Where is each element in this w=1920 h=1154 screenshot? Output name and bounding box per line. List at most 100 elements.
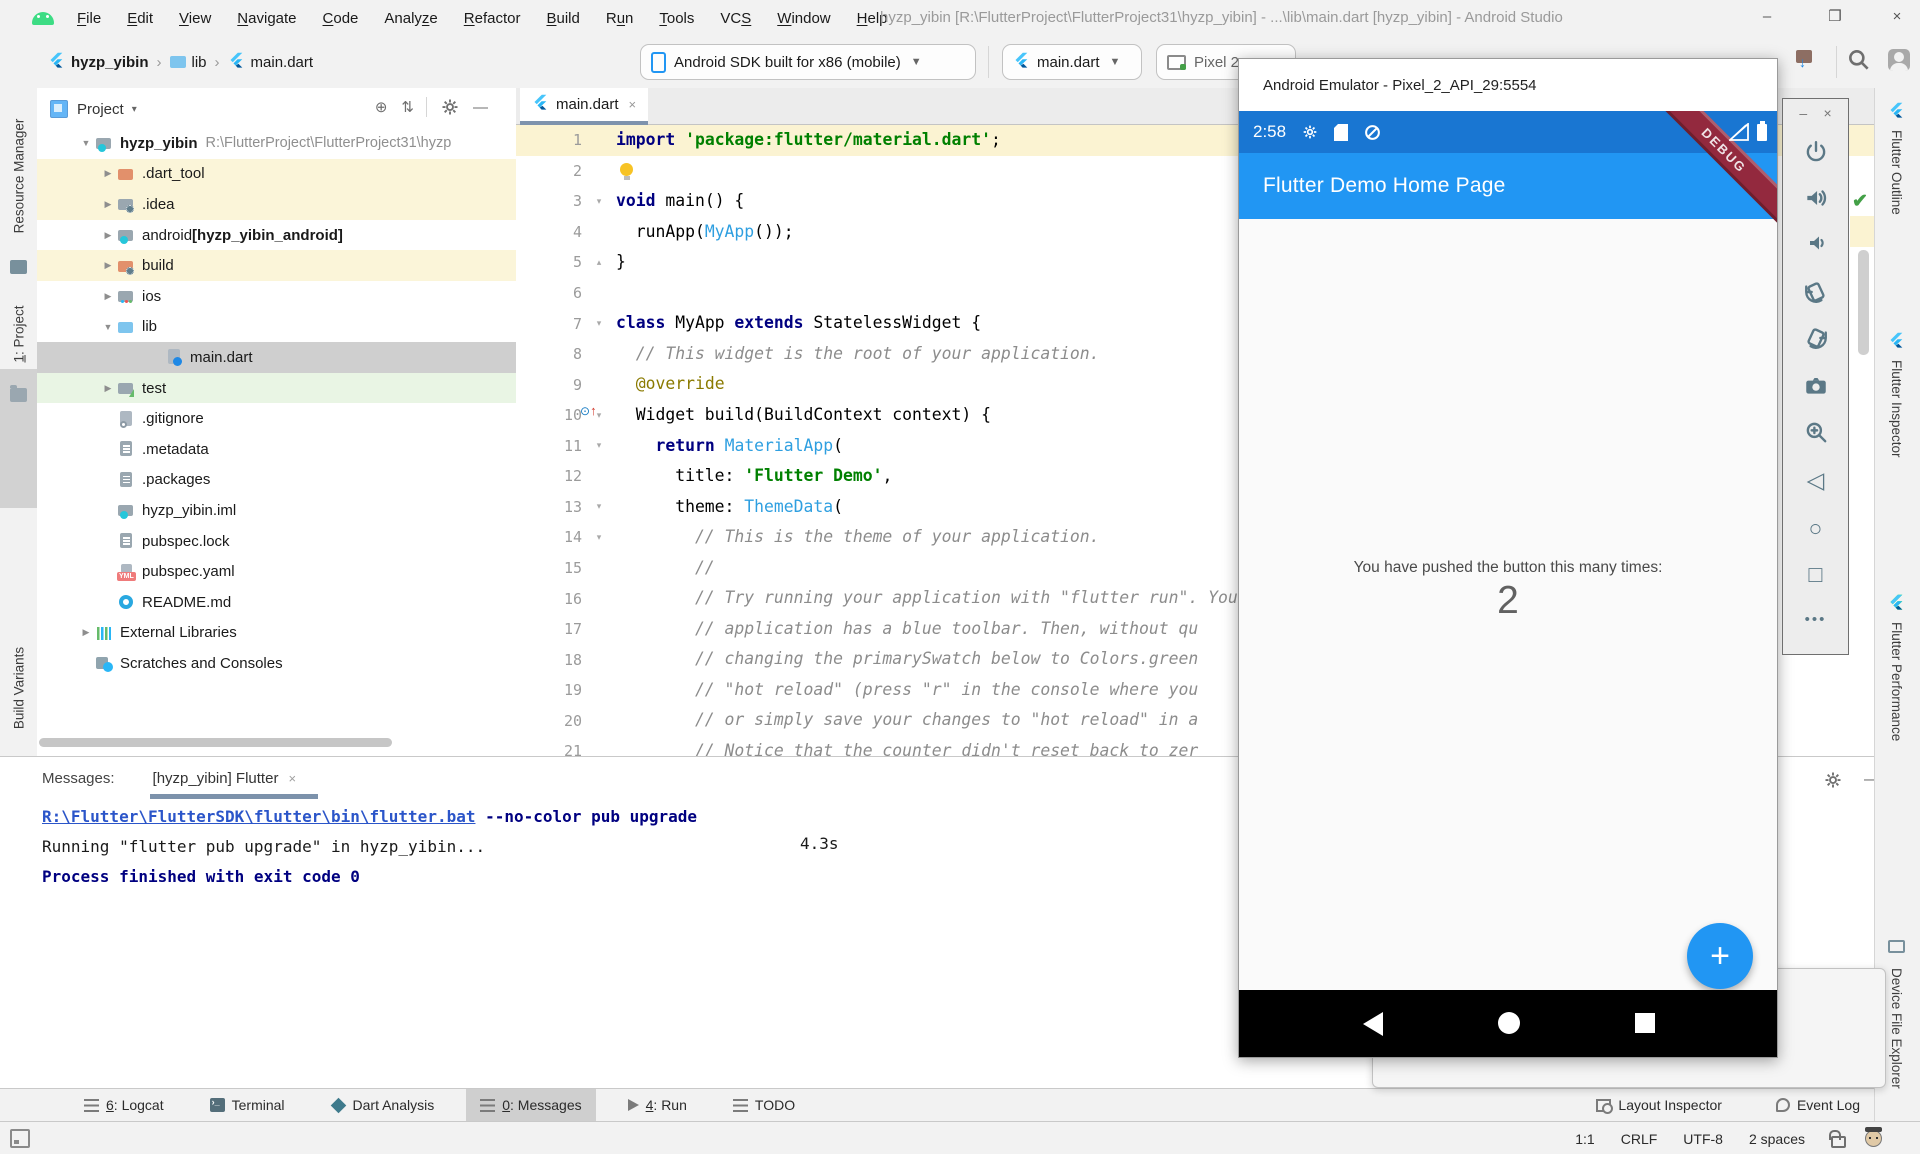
line-number[interactable]: 3 (516, 192, 582, 210)
messages-tab[interactable]: [hyzp_yibin] Flutter × (153, 770, 296, 787)
status-item[interactable]: 2 spaces (1749, 1131, 1805, 1147)
tree-row-main.dart[interactable]: main.dart (37, 342, 516, 373)
collapsed-arrow-icon[interactable]: ▶ (99, 260, 117, 271)
status-item[interactable]: CRLF (1621, 1131, 1658, 1147)
tree-row-build[interactable]: ▶build (37, 250, 516, 281)
search-everywhere-button[interactable] (1846, 47, 1872, 78)
emulator-volume-down-button[interactable] (1783, 231, 1848, 255)
device-selector[interactable]: Android SDK built for x86 (mobile) ▼ (640, 44, 976, 80)
stripe-tab-build-variants[interactable]: Build Variants (12, 647, 27, 729)
close-icon[interactable]: × (629, 97, 637, 112)
tree-row-.idea[interactable]: ▶.idea (37, 189, 516, 220)
stripe-tab-flutter-performance[interactable]: Flutter Performance (1889, 622, 1904, 741)
sdk-manager-button[interactable] (1796, 50, 1812, 68)
menu-tools[interactable]: Tools (646, 10, 707, 27)
emulator-zoom-button[interactable] (1783, 419, 1848, 445)
line-number[interactable]: 17 (516, 620, 582, 638)
breadcrumb-lib[interactable]: lib (170, 54, 207, 71)
line-number[interactable]: 12 (516, 467, 582, 485)
fold-marker-icon[interactable]: ▾⊙↑ (582, 410, 616, 421)
menu-build[interactable]: Build (533, 10, 592, 27)
fold-marker-icon[interactable]: ▾ (582, 196, 616, 207)
tree-row-.gitignore[interactable]: .gitignore (37, 403, 516, 434)
flutter-bat-link[interactable]: R:\Flutter\FlutterSDK\flutter\bin\flutte… (42, 807, 475, 826)
inspections-profile-icon[interactable] (1865, 1130, 1882, 1147)
stripe-tab-device-file-explorer[interactable]: Device File Explorer (1889, 968, 1904, 1089)
editor-scrollbar[interactable] (1858, 250, 1869, 355)
menu-window[interactable]: Window (764, 10, 843, 27)
line-number[interactable]: 18 (516, 651, 582, 669)
gear-icon[interactable] (1824, 771, 1842, 789)
line-number[interactable]: 20 (516, 712, 582, 730)
tree-row-android[interactable]: ▶android [hyzp_yibin_android] (37, 220, 516, 251)
line-number[interactable]: 11 (516, 437, 582, 455)
line-number[interactable]: 7 (516, 315, 582, 333)
toolwindow-button-6-logcat[interactable]: 6: Logcat (70, 1089, 178, 1121)
fold-marker-icon[interactable]: ▴ (582, 257, 616, 268)
fold-marker-icon[interactable]: ▾ (582, 440, 616, 451)
fab-increment-button[interactable]: + (1687, 923, 1753, 989)
tool-window-switcher-icon[interactable] (10, 1129, 30, 1148)
collapsed-arrow-icon[interactable]: ▶ (99, 168, 117, 179)
tree-row-.dart-tool[interactable]: ▶.dart_tool (37, 159, 516, 190)
menu-file[interactable]: File (64, 10, 114, 27)
emulator-more-button[interactable]: ••• (1783, 611, 1848, 628)
stripe-tab-flutter-inspector[interactable]: Flutter Inspector (1889, 360, 1904, 458)
close-icon[interactable]: × (288, 771, 296, 786)
stripe-tab-flutter-outline[interactable]: Flutter Outline (1889, 130, 1904, 215)
toolwindow-button-terminal[interactable]: Terminal (196, 1089, 299, 1121)
line-number[interactable]: 6 (516, 284, 582, 302)
tree-row-test[interactable]: ▶test (37, 373, 516, 404)
tree-row-ios[interactable]: ▶ios (37, 281, 516, 312)
expanded-arrow-icon[interactable]: ▼ (99, 322, 117, 332)
toolwindow-button-todo[interactable]: TODO (719, 1089, 809, 1121)
collapse-all-icon[interactable]: ⇅ (401, 98, 412, 116)
line-number[interactable]: 10 (516, 406, 582, 424)
breadcrumb-main.dart[interactable]: main.dart (228, 52, 314, 73)
emulator-camera-button[interactable] (1783, 373, 1848, 399)
tree-row-hyzp-yibin[interactable]: ▼hyzp_yibinR:\FlutterProject\FlutterProj… (37, 128, 516, 159)
collapsed-arrow-icon[interactable]: ▶ (99, 291, 117, 302)
emulator-minimize-button[interactable]: – (1799, 105, 1807, 121)
fold-marker-icon[interactable]: ▾ (582, 318, 616, 329)
stripe-tab-1-project[interactable]: 1: Project (12, 305, 27, 362)
tree-row-scratches-and-consoles[interactable]: Scratches and Consoles (37, 648, 516, 679)
tree-row-external-libraries[interactable]: ▶External Libraries (37, 618, 516, 649)
emulator-power-button[interactable] (1783, 139, 1848, 165)
tree-row-pubspec.lock[interactable]: pubspec.lock (37, 526, 516, 557)
tree-row-pubspec.yaml[interactable]: pubspec.yaml (37, 556, 516, 587)
menu-view[interactable]: View (166, 10, 224, 27)
nav-recents-button[interactable] (1635, 1013, 1655, 1033)
status-item[interactable]: UTF-8 (1683, 1131, 1723, 1147)
expanded-arrow-icon[interactable]: ▼ (77, 138, 95, 148)
status-item[interactable]: 1:1 (1575, 1131, 1594, 1147)
collapsed-arrow-icon[interactable]: ▶ (99, 199, 117, 210)
tree-row-hyzp-yibin.iml[interactable]: hyzp_yibin.iml (37, 495, 516, 526)
line-number[interactable]: 8 (516, 345, 582, 363)
line-number[interactable]: 4 (516, 223, 582, 241)
line-number[interactable]: 5 (516, 253, 582, 271)
line-number[interactable]: 14 (516, 528, 582, 546)
emulator-close-button[interactable]: × (1823, 105, 1831, 121)
line-number[interactable]: 16 (516, 590, 582, 608)
stripe-tab-resource-manager[interactable]: Resource Manager (12, 119, 27, 234)
horizontal-scrollbar[interactable] (39, 738, 392, 747)
emulator-rotate-left-button[interactable] (1783, 279, 1848, 305)
emulator-volume-up-button[interactable] (1783, 185, 1848, 211)
intention-bulb-icon[interactable] (620, 163, 633, 176)
line-number[interactable]: 15 (516, 559, 582, 577)
window-close-button[interactable]: × (1874, 0, 1920, 36)
tree-row-.packages[interactable]: .packages (37, 465, 516, 496)
menu-analyze[interactable]: Analyze (371, 10, 450, 27)
line-number[interactable]: 1 (516, 131, 582, 149)
breadcrumb-hyzp_yibin[interactable]: hyzp_yibin (48, 52, 149, 73)
collapsed-arrow-icon[interactable]: ▶ (77, 627, 95, 638)
menu-refactor[interactable]: Refactor (451, 10, 534, 27)
toolwindow-button-0-messages[interactable]: 0: Messages (466, 1089, 595, 1121)
override-marker-icon[interactable]: ⊙↑ (580, 403, 597, 418)
nav-back-button[interactable] (1363, 1012, 1383, 1036)
hide-panel-icon[interactable]: — (473, 99, 488, 116)
line-number[interactable]: 21 (516, 742, 582, 756)
tree-row-lib[interactable]: ▼lib (37, 312, 516, 343)
locate-icon[interactable]: ⊕ (375, 98, 388, 116)
